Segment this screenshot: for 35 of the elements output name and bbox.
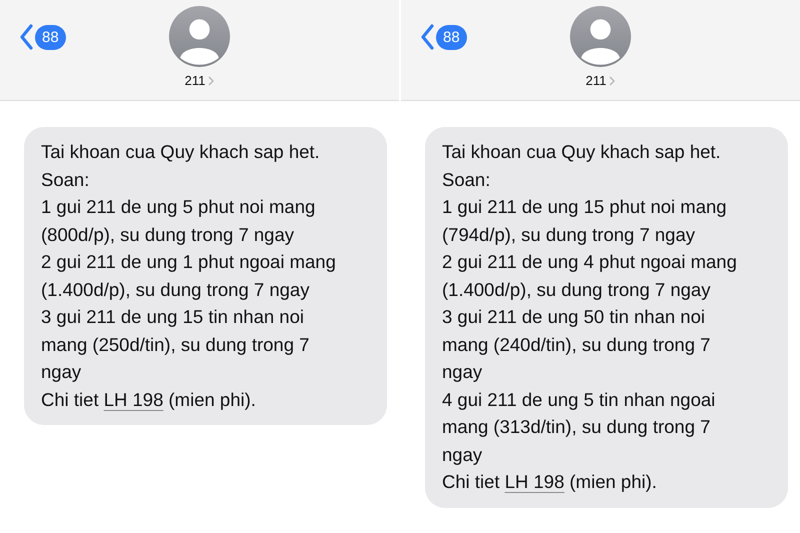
message-text: (1.400d/p), su dung trong 7 ngay bbox=[442, 278, 712, 302]
message-text: Chi tiet LH 198 (mien phi). bbox=[41, 388, 257, 412]
message-text: Tai khoan cua Quy khach sap het. bbox=[442, 140, 722, 164]
back-icon[interactable] bbox=[420, 24, 434, 50]
message-text: 1 gui 211 de ung 5 phut noi mang bbox=[41, 195, 316, 219]
message-text: Soan: bbox=[442, 168, 492, 192]
message-text: ngay bbox=[442, 442, 484, 467]
message-text: (800d/p), su dung trong 7 ngay bbox=[41, 222, 296, 247]
message-text: mang (240d/tin), su dung trong 7 bbox=[442, 332, 712, 357]
message-text: Chi tiet LH 198 (mien phi). bbox=[442, 470, 658, 494]
unread-badge[interactable]: 88 bbox=[436, 24, 467, 50]
contact-name[interactable]: 211 bbox=[184, 71, 206, 90]
message-text: 3 gui 211 de ung 50 tin nhan noi bbox=[442, 305, 706, 329]
message-text: mang (313d/tin), su dung trong 7 bbox=[442, 415, 712, 439]
message-text: (794d/p), su dung trong 7 ngay bbox=[442, 222, 696, 247]
message-text: ngay bbox=[442, 360, 484, 384]
chevron-icon[interactable] bbox=[208, 76, 214, 86]
avatar-icon[interactable] bbox=[169, 6, 230, 67]
message-text: Tai khoan cua Quy khach sap het. bbox=[41, 140, 321, 164]
message-text: 1 gui 211 de ung 15 phut noi mang bbox=[442, 195, 728, 219]
contact-name[interactable]: 211 bbox=[586, 71, 606, 90]
message-text: 4 gui 211 de ung 5 tin nhan ngoai bbox=[442, 388, 716, 412]
message-text: ngay bbox=[41, 360, 82, 384]
phone-link[interactable]: LH 198 bbox=[104, 388, 164, 410]
message-text: 2 gui 211 de ung 4 phut ngoai mang bbox=[442, 250, 738, 274]
avatar-icon[interactable] bbox=[570, 6, 631, 67]
back-icon[interactable] bbox=[19, 24, 33, 50]
phone-link[interactable]: LH 198 bbox=[504, 471, 564, 492]
chevron-icon[interactable] bbox=[609, 76, 616, 86]
message-text: mang (250d/tin), su dung trong 7 bbox=[41, 332, 310, 357]
message-text: 2 gui 211 de ung 1 phut ngoai mang bbox=[41, 250, 337, 274]
message-text: Soan: bbox=[41, 168, 90, 192]
message-text: 3 gui 211 de ung 15 tin nhan noi bbox=[41, 305, 305, 329]
message-text: (1.400d/p), su dung trong 7 ngay bbox=[41, 278, 310, 302]
unread-badge[interactable]: 88 bbox=[35, 24, 66, 50]
